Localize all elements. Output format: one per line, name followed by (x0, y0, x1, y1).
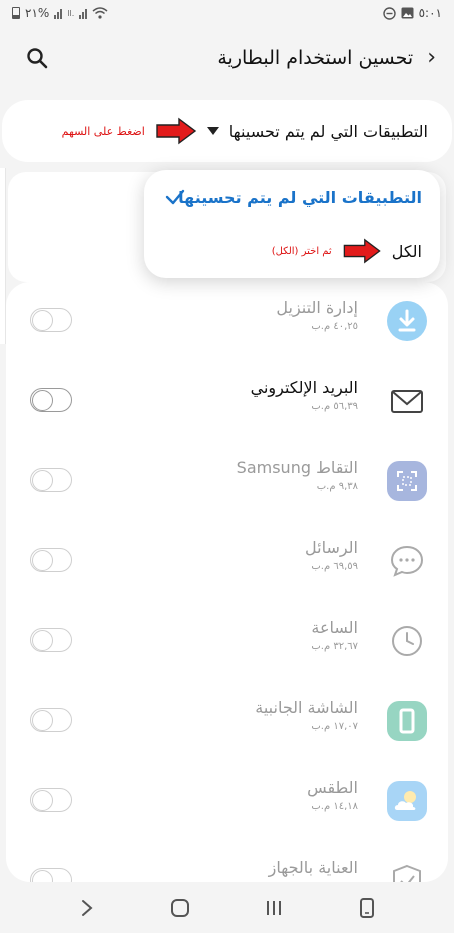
app-texts: الساعة ٣٢,٦٧ م.ب (311, 618, 358, 652)
signal-label: ll. (67, 8, 75, 18)
screen-capture-icon (387, 461, 427, 501)
app-list: إدارة التنزيل ٤٠,٢٥ م.ب البريد الإلكترون… (6, 282, 448, 882)
home-button[interactable] (165, 893, 195, 923)
list-item[interactable]: الرسائل ٦٩,٥٩ م.ب (6, 522, 448, 602)
status-time: ٥:٠١ (418, 6, 442, 20)
app-header: تحسين استخدام البطارية › (0, 34, 454, 82)
app-usage: ٩,٣٨ م.ب (316, 481, 358, 492)
toggle-switch[interactable] (30, 788, 72, 812)
wifi-icon (92, 7, 108, 19)
app-texts: العناية بالجهاز (269, 858, 358, 881)
email-icon (391, 390, 423, 413)
recents-button[interactable] (259, 893, 289, 923)
edge-screen-icon (387, 701, 427, 741)
home-icon (171, 898, 190, 917)
page-title: تحسين استخدام البطارية (217, 47, 414, 69)
toggle-switch[interactable] (30, 708, 72, 732)
phone-rotate-button[interactable] (352, 893, 382, 923)
check-icon (165, 189, 185, 205)
signal-icon-2 (79, 8, 88, 19)
red-arrow-icon (343, 238, 381, 264)
app-name: التقاط Samsung (236, 458, 358, 477)
list-item[interactable]: الشاشة الجانبية ١٧,٠٧ م.ب (6, 682, 448, 762)
red-arrow-icon (156, 117, 196, 145)
instruction-hint-2: ثم اختر (الكل) (271, 245, 332, 257)
menu-item-not-optimized[interactable]: التطبيقات التي لم يتم تحسينها (144, 170, 440, 224)
phone-icon (360, 897, 375, 918)
list-item[interactable]: الطقس ١٤,١٨ م.ب (6, 762, 448, 842)
app-usage: ٥٦,٣٩ م.ب (311, 401, 358, 412)
clock-icon (392, 626, 422, 656)
dropdown-arrow-icon[interactable] (206, 127, 219, 135)
battery-icon (12, 7, 20, 19)
toggle-switch[interactable] (30, 308, 72, 332)
menu-item-label: التطبيقات التي لم يتم تحسينها (178, 187, 422, 207)
instruction-hint: اضغط على السهم (61, 124, 145, 138)
chevron-right-icon[interactable]: › (427, 47, 436, 69)
messages-icon (390, 545, 424, 577)
recents-icon (266, 900, 281, 915)
app-name: الساعة (311, 618, 358, 637)
toggle-switch[interactable] (30, 388, 72, 412)
app-name: العناية بالجهاز (268, 858, 358, 877)
back-nav-button[interactable] (72, 893, 102, 923)
toggle-switch[interactable] (30, 868, 72, 882)
list-item[interactable]: إدارة التنزيل ٤٠,٢٥ م.ب (6, 282, 448, 362)
weather-icon (387, 781, 427, 821)
download-icon (387, 301, 427, 341)
app-texts: إدارة التنزيل ٤٠,٢٥ م.ب (276, 298, 358, 332)
list-item[interactable]: العناية بالجهاز (6, 842, 448, 882)
chevron-right-icon (81, 899, 93, 916)
menu-item-label: الكل (391, 241, 422, 261)
list-item[interactable]: البريد الإلكتروني ٥٦,٣٩ م.ب (6, 362, 448, 442)
app-usage: ٦٩,٥٩ م.ب (311, 561, 358, 572)
status-left: ٢١% ll. (12, 6, 108, 20)
filter-selected-label: التطبيقات التي لم يتم تحسينها (228, 121, 428, 141)
app-usage: ١٧,٠٧ م.ب (311, 721, 358, 732)
header-title-group: تحسين استخدام البطارية › (217, 47, 436, 70)
status-right: ٥:٠١ (382, 6, 442, 20)
image-icon (401, 7, 414, 19)
app-texts: البريد الإلكتروني ٥٦,٣٩ م.ب (251, 378, 358, 412)
navigation-bar (0, 882, 454, 933)
signal-icon (54, 8, 63, 19)
status-bar: ٢١% ll. ٥:٠١ (0, 0, 454, 26)
app-name: البريد الإلكتروني (250, 378, 358, 397)
toggle-switch[interactable] (30, 628, 72, 652)
device-care-icon (393, 864, 421, 882)
app-name: إدارة التنزيل (276, 298, 358, 317)
app-texts: التقاط Samsung ٩,٣٨ م.ب (237, 458, 358, 492)
app-usage: ٣٢,٦٧ م.ب (311, 641, 358, 652)
toggle-switch[interactable] (30, 468, 72, 492)
app-texts: الرسائل ٦٩,٥٩ م.ب (305, 538, 358, 572)
list-item[interactable]: التقاط Samsung ٩,٣٨ م.ب (6, 442, 448, 522)
menu-item-all[interactable]: ثم اختر (الكل) الكل (144, 224, 440, 278)
app-name: الطقس (307, 778, 358, 797)
app-name: الشاشة الجانبية (255, 698, 358, 717)
app-usage: ٤٠,٢٥ م.ب (311, 321, 358, 332)
filter-dropdown[interactable]: اضغط على السهم التطبيقات التي لم يتم تحس… (2, 100, 452, 162)
battery-percent: ٢١% (25, 6, 50, 20)
app-usage: ١٤,١٨ م.ب (311, 801, 358, 812)
list-item[interactable]: الساعة ٣٢,٦٧ م.ب (6, 602, 448, 682)
app-name: الرسائل (305, 538, 358, 557)
search-icon[interactable] (26, 47, 48, 69)
filter-menu: التطبيقات التي لم يتم تحسينها ثم اختر (ا… (144, 170, 440, 278)
do-not-disturb-icon (382, 6, 396, 20)
toggle-switch[interactable] (30, 548, 72, 572)
app-texts: الشاشة الجانبية ١٧,٠٧ م.ب (255, 698, 358, 732)
app-texts: الطقس ١٤,١٨ م.ب (307, 778, 358, 812)
